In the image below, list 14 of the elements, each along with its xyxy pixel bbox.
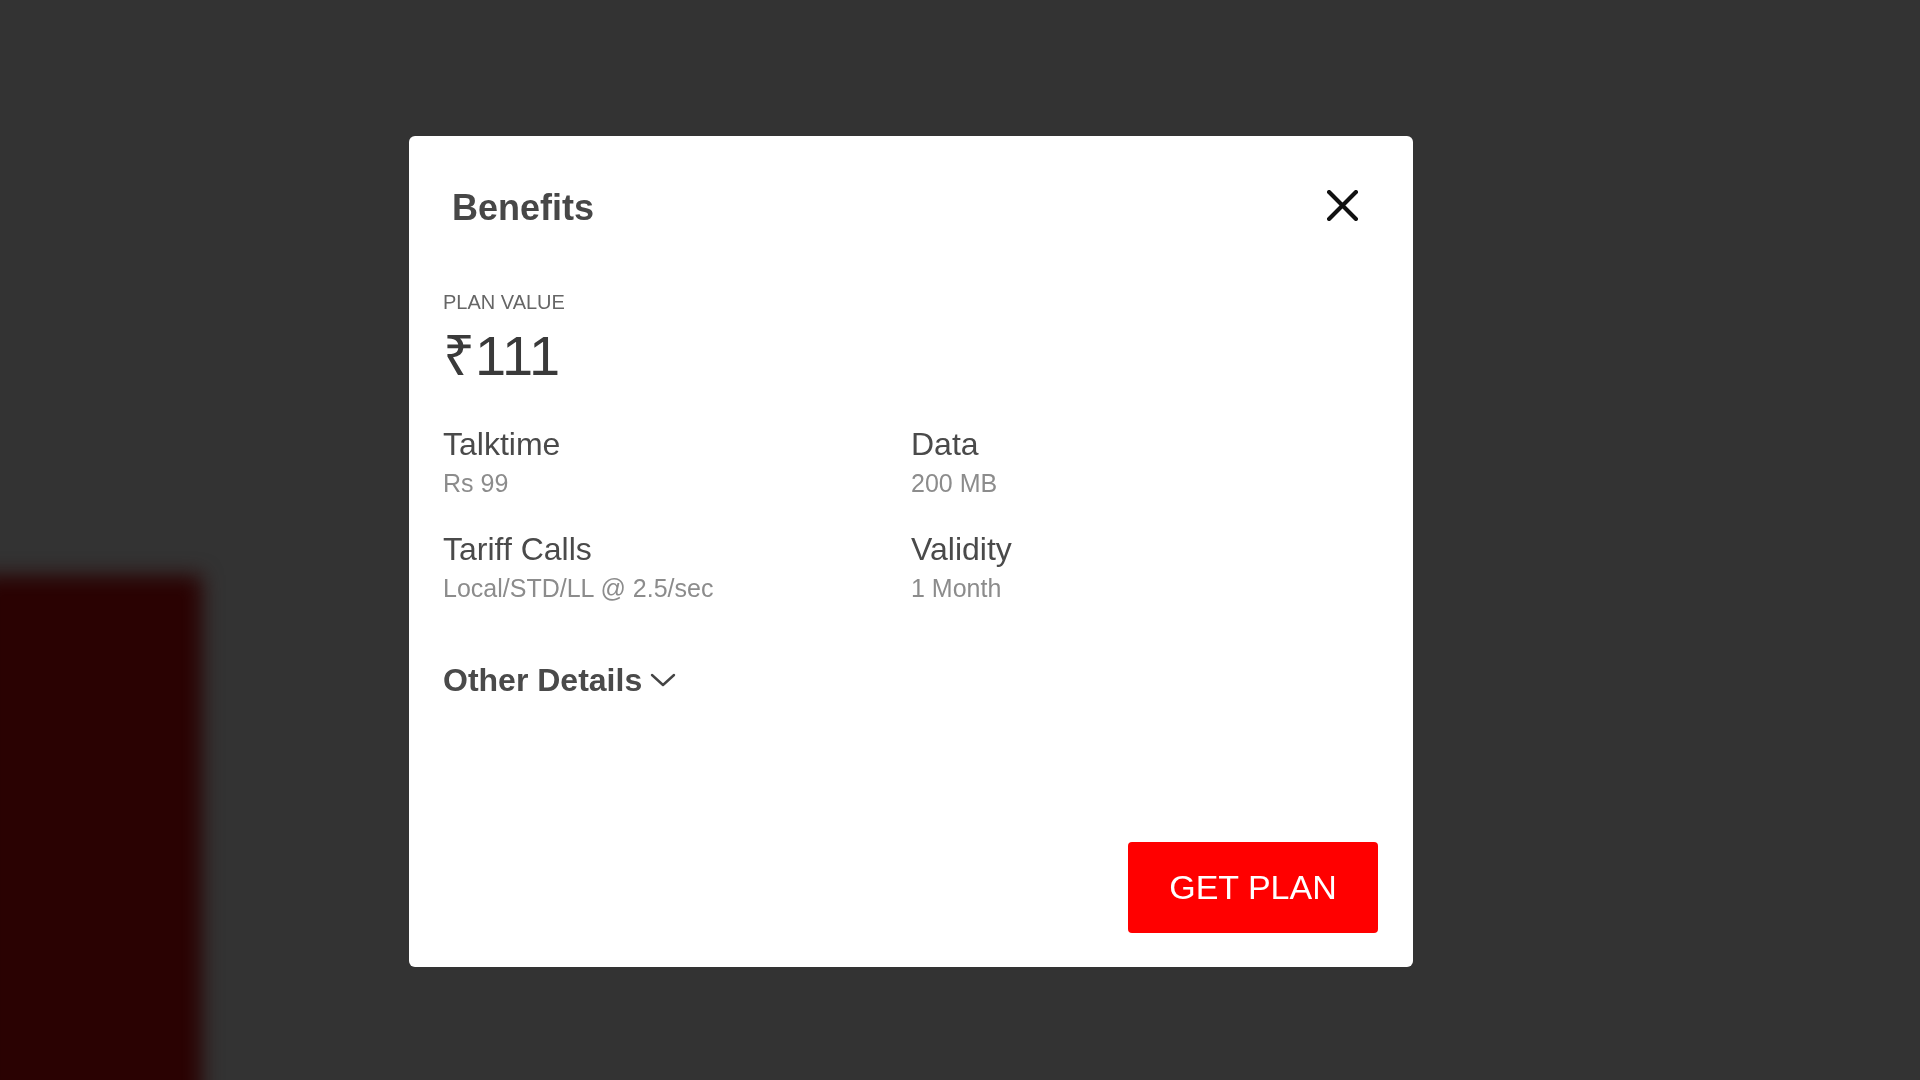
benefit-label: Validity — [911, 530, 1012, 568]
benefit-label: Talktime — [443, 425, 561, 463]
other-details-toggle[interactable]: Other Details — [443, 661, 677, 699]
benefit-label: Data — [911, 425, 979, 463]
plan-price: ₹111 — [443, 324, 561, 388]
benefit-label: Tariff Calls — [443, 530, 592, 568]
benefit-value: 1 Month — [911, 573, 1002, 603]
benefit-value: Rs 99 — [443, 468, 509, 498]
benefit-value: 200 MB — [911, 468, 998, 498]
get-plan-button[interactable]: GET PLAN — [1128, 842, 1378, 933]
dialog-title: Benefits — [452, 186, 595, 230]
close-icon[interactable] — [1327, 189, 1358, 221]
plan-value-label: PLAN VALUE — [443, 290, 565, 314]
benefit-value: Local/STD/LL @ 2.5/sec — [443, 573, 714, 603]
